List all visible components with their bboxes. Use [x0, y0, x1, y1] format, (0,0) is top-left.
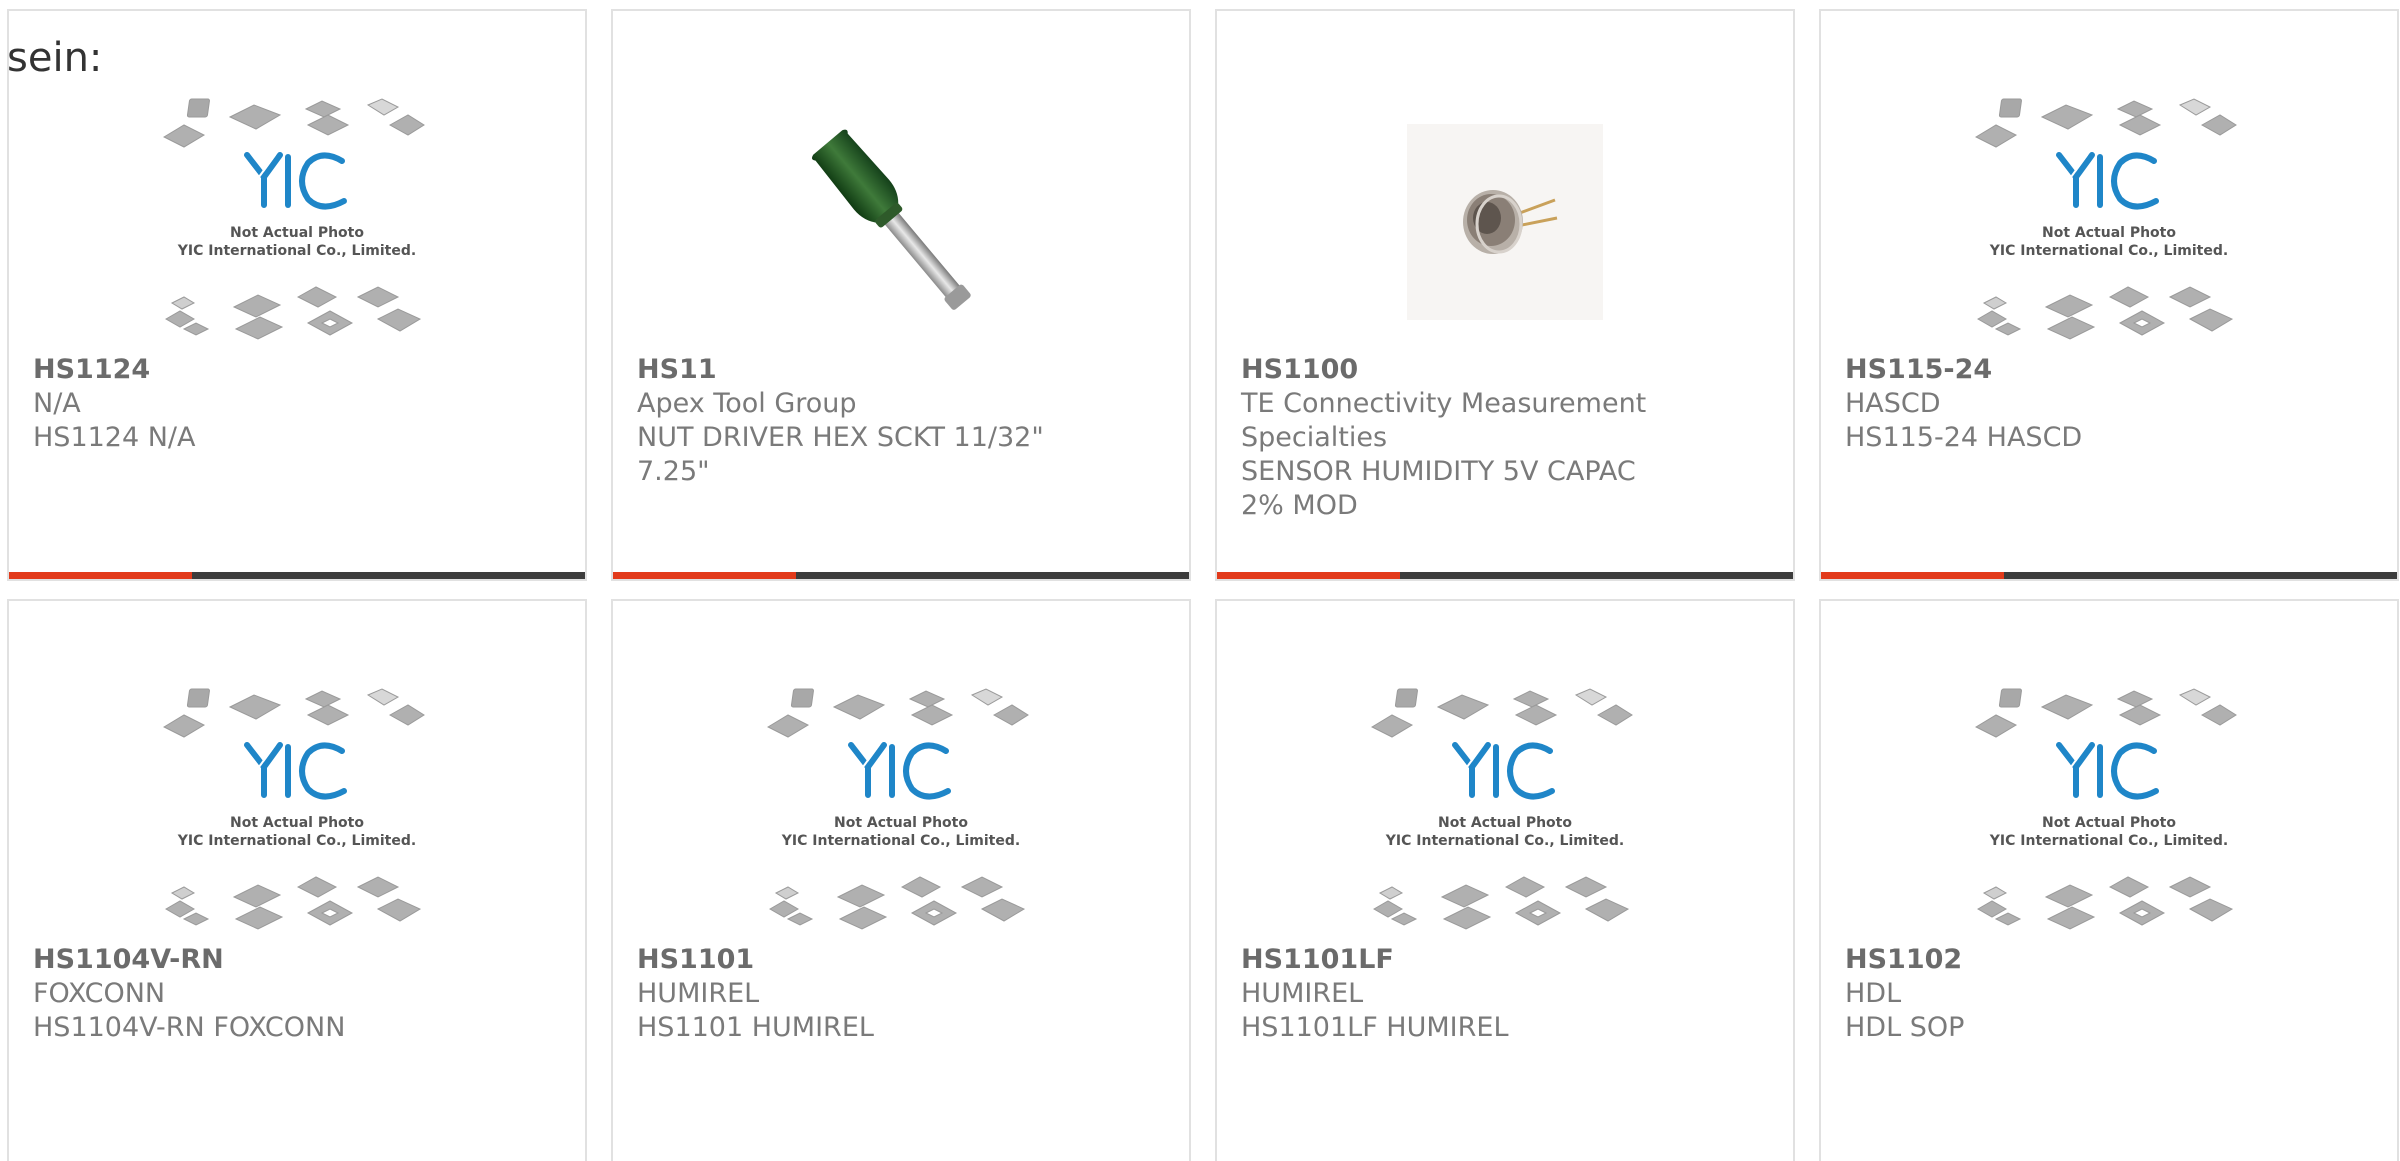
product-info: HS1101 HUMIREL HS1101 HUMIREL	[637, 943, 1077, 1045]
manufacturer: HUMIREL	[637, 978, 760, 1009]
humidity-sensor-image	[1407, 124, 1603, 320]
part-number[interactable]: HS1102	[1845, 943, 2285, 977]
product-card[interactable]: Not Actual Photo YIC International Co., …	[1215, 599, 1795, 1161]
part-number[interactable]: HS11	[637, 353, 1077, 387]
part-number[interactable]: HS115-24	[1845, 353, 2285, 387]
product-card[interactable]: HS11 Apex Tool Group NUT DRIVER HEX SCKT…	[611, 9, 1191, 581]
placeholder-icon: Not Actual Photo YIC International Co., …	[1821, 91, 2397, 353]
svg-text:Not Actual Photo: Not Actual Photo	[1438, 815, 1572, 831]
card-accent	[1217, 572, 1400, 579]
product-card[interactable]: Not Actual Photo YIC International Co., …	[7, 9, 587, 581]
manufacturer: HUMIREL	[1241, 978, 1364, 1009]
description: HS115-24 HASCD	[1845, 422, 2083, 453]
description: HS1101 HUMIREL	[637, 1012, 874, 1043]
nut-driver-image	[811, 129, 971, 310]
card-bottom-bar	[1821, 572, 2397, 579]
intro-text: sein:	[7, 35, 103, 81]
manufacturer: Apex Tool Group	[637, 388, 857, 419]
part-number[interactable]: HS1100	[1241, 353, 1681, 387]
svg-text:Not Actual Photo: Not Actual Photo	[230, 815, 364, 831]
description: NUT DRIVER HEX SCKT 11/32" 7.25"	[637, 422, 1044, 487]
product-info: HS115-24 HASCD HS115-24 HASCD	[1845, 353, 2285, 455]
card-accent	[613, 572, 796, 579]
placeholder-icon: Not Actual Photo YIC International Co., …	[9, 91, 585, 353]
description: HS1104V-RN FOXCONN	[33, 1012, 346, 1043]
placeholder-icon: Not Actual Photo YIC International Co., …	[1821, 681, 2397, 943]
card-accent	[1821, 572, 2004, 579]
svg-text:YIC International Co., Limited: YIC International Co., Limited.	[177, 833, 416, 849]
product-card[interactable]: Not Actual Photo YIC International Co., …	[611, 599, 1191, 1161]
placeholder-icon: Not Actual Photo YIC International Co., …	[613, 681, 1189, 943]
product-card[interactable]: Not Actual Photo YIC International Co., …	[7, 599, 587, 1161]
description: HS1101LF HUMIREL	[1241, 1012, 1509, 1043]
svg-text:YIC International Co., Limited: YIC International Co., Limited.	[1385, 833, 1624, 849]
product-info: HS11 Apex Tool Group NUT DRIVER HEX SCKT…	[637, 353, 1077, 489]
placeholder-icon: Not Actual Photo YIC International Co., …	[9, 681, 585, 943]
svg-text:Not Actual Photo: Not Actual Photo	[2042, 225, 2176, 241]
product-card[interactable]: Not Actual Photo YIC International Co., …	[1819, 599, 2399, 1161]
svg-text:Not Actual Photo: Not Actual Photo	[834, 815, 968, 831]
product-card[interactable]: HS1100 TE Connectivity Measurement Speci…	[1215, 9, 1795, 581]
placeholder-graphic: Not Actual Photo YIC International Co., …	[162, 688, 425, 930]
product-info: HS1102 HDL HDL SOP	[1845, 943, 2285, 1045]
svg-text:YIC International Co., Limited: YIC International Co., Limited.	[177, 243, 416, 259]
placeholder-graphic: Not Actual Photo YIC International Co., …	[766, 688, 1029, 930]
card-bottom-bar	[613, 572, 1189, 579]
placeholder-icon: Not Actual Photo YIC International Co., …	[1217, 681, 1793, 943]
placeholder-graphic: Not Actual Photo YIC International Co., …	[1974, 688, 2237, 930]
product-card[interactable]: Not Actual Photo YIC International Co., …	[1819, 9, 2399, 581]
part-number[interactable]: HS1101	[637, 943, 1077, 977]
product-grid-page: sein: Not Actual Photo YIC International…	[0, 0, 2400, 1161]
product-info: HS1100 TE Connectivity Measurement Speci…	[1241, 353, 1681, 523]
placeholder-graphic: Not Actual Photo YIC International Co., …	[1370, 688, 1633, 930]
description: SENSOR HUMIDITY 5V CAPAC 2% MOD	[1241, 456, 1636, 521]
manufacturer: HASCD	[1845, 388, 1941, 419]
card-bottom-bar	[1217, 572, 1793, 579]
manufacturer: N/A	[33, 388, 81, 419]
product-info: HS1104V-RN FOXCONN HS1104V-RN FOXCONN	[33, 943, 473, 1045]
card-accent	[9, 572, 192, 579]
part-number[interactable]: HS1104V-RN	[33, 943, 473, 977]
svg-text:YIC International Co., Limited: YIC International Co., Limited.	[781, 833, 1020, 849]
manufacturer: FOXCONN	[33, 978, 166, 1009]
svg-text:YIC International Co., Limited: YIC International Co., Limited.	[1989, 243, 2228, 259]
placeholder-graphic: Not Actual Photo YIC International Co., …	[162, 98, 425, 340]
humidity-sensor-icon	[1217, 91, 1793, 353]
svg-text:Not Actual Photo: Not Actual Photo	[230, 225, 364, 241]
nut-driver-icon	[613, 91, 1189, 353]
manufacturer: TE Connectivity Measurement Specialties	[1241, 388, 1647, 453]
product-info: HS1101LF HUMIREL HS1101LF HUMIREL	[1241, 943, 1681, 1045]
card-bottom-bar	[9, 572, 585, 579]
manufacturer: HDL	[1845, 978, 1902, 1009]
product-info: HS1124 N/A HS1124 N/A	[33, 353, 473, 455]
placeholder-graphic: Not Actual Photo YIC International Co., …	[1974, 98, 2237, 340]
description: HDL SOP	[1845, 1012, 1965, 1043]
svg-text:Not Actual Photo: Not Actual Photo	[2042, 815, 2176, 831]
part-number[interactable]: HS1124	[33, 353, 473, 387]
part-number[interactable]: HS1101LF	[1241, 943, 1681, 977]
description: HS1124 N/A	[33, 422, 196, 453]
svg-text:YIC International Co., Limited: YIC International Co., Limited.	[1989, 833, 2228, 849]
